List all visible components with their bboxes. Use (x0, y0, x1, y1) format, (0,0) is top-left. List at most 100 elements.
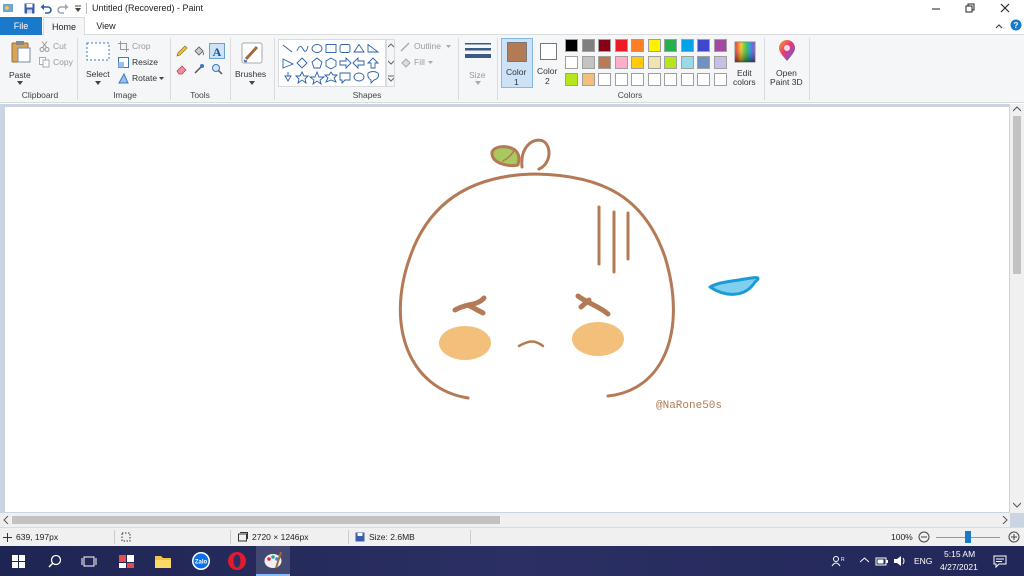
language-indicator[interactable]: ENG (914, 556, 932, 566)
palette-swatch[interactable] (565, 73, 578, 86)
shapes-scroll[interactable] (386, 39, 395, 87)
palette-swatch[interactable] (581, 39, 595, 52)
palette-swatch[interactable] (647, 56, 661, 69)
palette-swatch[interactable] (664, 39, 677, 52)
vertical-scrollbar[interactable] (1010, 104, 1024, 513)
show-hidden-icons-icon[interactable] (860, 557, 869, 563)
scroll-down-icon[interactable] (1013, 502, 1021, 508)
text-tool-button[interactable]: A (209, 43, 225, 59)
color1-label: Color (506, 67, 527, 77)
palette-swatch[interactable] (680, 56, 694, 69)
paste-button[interactable]: Paste (6, 38, 36, 86)
minimize-icon[interactable] (931, 4, 941, 14)
palette-swatch[interactable] (647, 39, 661, 52)
palette-swatch[interactable] (631, 39, 644, 52)
palette-swatch[interactable] (680, 73, 694, 86)
fill-bucket-icon[interactable] (193, 45, 205, 57)
palette-swatch[interactable] (697, 73, 710, 86)
palette-swatch[interactable] (631, 73, 644, 86)
clock-date[interactable]: 4/27/2021 (940, 562, 978, 572)
rotate-button[interactable]: Rotate (118, 73, 168, 85)
tab-home[interactable]: Home (43, 17, 85, 36)
task-view-button[interactable] (72, 546, 106, 576)
search-icon (48, 554, 62, 568)
drawing-canvas[interactable]: @NaRone50s (5, 107, 1009, 512)
start-button[interactable] (1, 546, 35, 576)
taskbar-app-1[interactable] (110, 546, 144, 576)
people-icon[interactable]: R (831, 555, 845, 567)
fill-icon (401, 58, 411, 68)
taskbar-paint[interactable] (256, 546, 290, 576)
volume-icon[interactable] (893, 555, 906, 567)
shapes-gallery[interactable] (278, 39, 386, 87)
size-button[interactable]: Size (462, 39, 494, 87)
search-button[interactable] (38, 546, 72, 576)
palette-swatch[interactable] (598, 56, 611, 69)
close-icon[interactable] (1000, 3, 1010, 13)
horizontal-scroll-thumb[interactable] (12, 516, 500, 524)
collapse-ribbon-icon[interactable] (994, 21, 1004, 31)
edit-colors-button[interactable]: Edit colors (733, 39, 759, 89)
battery-network-icon[interactable] (875, 555, 889, 567)
tab-file[interactable]: File (0, 17, 42, 35)
palette-swatch[interactable] (614, 39, 628, 52)
help-icon[interactable]: ? (1010, 19, 1022, 31)
restore-icon[interactable] (965, 3, 975, 13)
eraser-icon[interactable] (176, 63, 188, 75)
outline-button[interactable]: Outline (400, 41, 455, 53)
magnifier-icon[interactable] (211, 63, 223, 75)
brushes-button[interactable]: Brushes (234, 39, 270, 87)
horizontal-scrollbar[interactable] (0, 513, 1010, 527)
vertical-scroll-thumb[interactable] (1013, 116, 1021, 274)
palette-swatch[interactable] (664, 73, 677, 86)
taskbar-zalo[interactable]: Zalo (184, 546, 218, 576)
paint-app-icon[interactable] (2, 2, 14, 14)
palette-swatch[interactable] (631, 56, 644, 69)
palette-swatch[interactable] (565, 39, 578, 52)
pencil-icon[interactable] (176, 45, 188, 57)
scroll-left-icon[interactable] (3, 516, 9, 524)
select-rectangle-icon (86, 42, 110, 61)
ribbon: Paste Cut Copy Clipboard Select Crop Res… (0, 35, 1024, 103)
zoom-slider-thumb[interactable] (965, 531, 971, 543)
undo-icon[interactable] (40, 3, 52, 14)
color-picker-icon[interactable] (193, 63, 205, 75)
palette-swatch[interactable] (598, 39, 611, 52)
redo-icon[interactable] (57, 3, 69, 14)
selection-size-icon (121, 532, 131, 542)
palette-swatch[interactable] (713, 39, 727, 52)
scroll-up-icon[interactable] (1013, 106, 1021, 112)
palette-swatch[interactable] (614, 56, 628, 69)
palette-swatch[interactable] (647, 73, 661, 86)
palette-swatch[interactable] (614, 73, 628, 86)
palette-swatch[interactable] (581, 56, 595, 69)
color2-button[interactable]: Color 2 (535, 38, 563, 88)
palette-swatch[interactable] (581, 73, 595, 86)
clock-time[interactable]: 5:15 AM (944, 549, 975, 559)
scroll-right-icon[interactable] (1002, 516, 1008, 524)
palette-swatch[interactable] (713, 73, 727, 86)
rotate-label: Rotate (132, 73, 158, 83)
notifications-icon[interactable] (993, 555, 1007, 568)
taskbar-opera[interactable] (220, 546, 254, 576)
palette-swatch[interactable] (680, 39, 694, 52)
palette-swatch[interactable] (697, 56, 710, 69)
fill-button[interactable]: Fill (400, 57, 440, 69)
open-paint3d-button[interactable]: Open Paint 3D (768, 39, 806, 89)
zoom-out-icon[interactable] (918, 531, 930, 543)
palette-swatch[interactable] (664, 56, 677, 69)
palette-swatch[interactable] (697, 39, 710, 52)
ribbon-tab-bar: File Home View ? (0, 17, 1024, 36)
taskbar-file-explorer[interactable] (146, 546, 180, 576)
ribbon-separator (230, 38, 231, 100)
customize-toolbar-icon[interactable] (74, 5, 82, 13)
tab-view[interactable]: View (86, 17, 126, 35)
select-button[interactable]: Select (84, 39, 112, 87)
save-icon[interactable] (24, 3, 35, 14)
color1-button[interactable]: Color 1 (501, 38, 533, 88)
palette-swatch[interactable] (565, 56, 578, 69)
palette-swatch[interactable] (713, 56, 727, 69)
sweat-drop (708, 276, 760, 296)
zoom-in-icon[interactable] (1008, 531, 1020, 543)
palette-swatch[interactable] (598, 73, 611, 86)
